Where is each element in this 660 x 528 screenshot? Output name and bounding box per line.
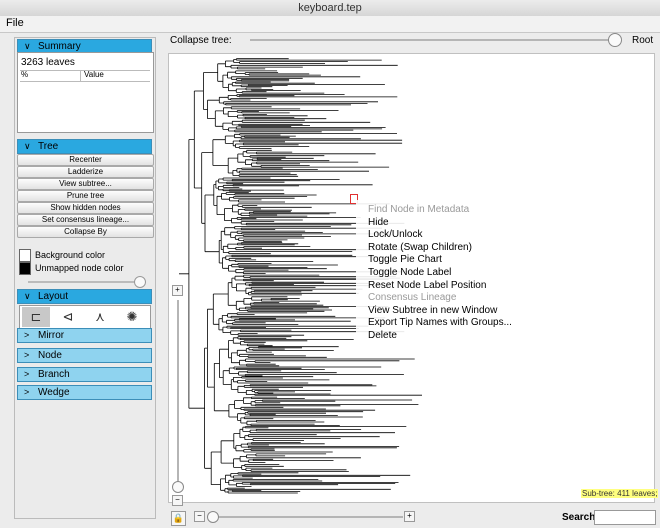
background-color-label: Background color: [35, 250, 106, 260]
zoom-out-horizontal-button[interactable]: −: [194, 511, 205, 522]
summary-table: 3263 leaves % Value: [17, 52, 154, 133]
context-menu-item[interactable]: Toggle Pie Chart: [368, 254, 442, 265]
collapse-tree-label: Collapse tree:: [170, 35, 232, 46]
mirror-label: Mirror: [38, 330, 65, 341]
prune-tree-button[interactable]: Prune tree: [17, 190, 154, 202]
node-header[interactable]: > Node: [17, 348, 152, 363]
column-header-pct[interactable]: %: [21, 70, 28, 79]
chevron-down-icon: ∨: [24, 141, 31, 151]
context-menu-item[interactable]: Hide: [368, 217, 389, 228]
column-header-value[interactable]: Value: [84, 70, 104, 79]
context-menu-item[interactable]: Toggle Node Label: [368, 267, 451, 278]
lock-icon[interactable]: 🔒: [171, 511, 186, 526]
root-label: Root: [632, 35, 654, 46]
context-menu-item[interactable]: Export Tip Names with Groups...: [368, 317, 512, 328]
chevron-right-icon: >: [24, 369, 30, 379]
background-color-swatch[interactable]: [19, 249, 31, 262]
context-menu-item[interactable]: Rotate (Swap Children): [368, 242, 472, 253]
slanted-layout-icon[interactable]: ⊲: [54, 307, 82, 327]
node-context-menu: Find Node in Metadata Hide Lock/Unlock Rota…: [356, 200, 532, 341]
mirror-header[interactable]: > Mirror: [17, 328, 152, 343]
vertical-zoom-knob[interactable]: [172, 481, 184, 493]
circular-layout-icon[interactable]: ✺: [118, 307, 146, 327]
zoom-out-vertical-button[interactable]: −: [172, 495, 183, 506]
layout-selector: ⊏ ⊲ ⋏ ✺: [19, 305, 151, 329]
chevron-down-icon: ∨: [24, 291, 31, 301]
view-subtree-button[interactable]: View subtree...: [17, 178, 154, 190]
context-menu-item[interactable]: Lock/Unlock: [368, 229, 422, 240]
rectangular-layout-icon[interactable]: ⊏: [22, 307, 50, 327]
tree-header[interactable]: ∨ Tree: [17, 139, 152, 154]
wedge-label: Wedge: [38, 387, 70, 398]
branch-label: Branch: [38, 369, 70, 380]
layout-header[interactable]: ∨ Layout: [17, 289, 152, 304]
panel-slider-knob[interactable]: [134, 276, 146, 288]
set-consensus-lineage-button[interactable]: Set consensus lineage...: [17, 214, 154, 226]
context-menu-item[interactable]: Delete: [368, 330, 397, 341]
layout-label: Layout: [38, 291, 69, 302]
search-input[interactable]: [594, 510, 656, 525]
panel-slider-track[interactable]: [28, 281, 146, 283]
recenter-button[interactable]: Recenter: [17, 154, 154, 166]
horizontal-zoom-track[interactable]: [207, 516, 403, 518]
leaf-count: 3263 leaves: [21, 57, 75, 68]
chevron-right-icon: >: [24, 387, 30, 397]
unmapped-color-swatch[interactable]: [19, 262, 31, 275]
zoom-in-horizontal-button[interactable]: +: [404, 511, 415, 522]
collapse-by-button[interactable]: Collapse By: [17, 226, 154, 238]
subtree-status: Sub-tree: 411 leaves;: [581, 489, 659, 498]
context-menu-item: Consensus Lineage: [368, 292, 457, 304]
wedge-header[interactable]: > Wedge: [17, 385, 152, 400]
unmapped-color-label: Unmapped node color: [35, 263, 124, 273]
radial-layout-icon[interactable]: ⋏: [86, 307, 114, 327]
window-title: keyboard.tep: [0, 0, 660, 17]
chevron-right-icon: >: [24, 350, 30, 360]
menu-bar: File: [0, 16, 660, 33]
node-label: Node: [38, 350, 62, 361]
collapse-tree-slider-track[interactable]: [250, 39, 620, 41]
column-divider: [80, 71, 81, 81]
chevron-right-icon: >: [24, 330, 30, 340]
menu-file[interactable]: File: [6, 17, 24, 29]
context-menu-item: Find Node in Metadata: [368, 204, 470, 215]
vertical-zoom-track[interactable]: [177, 300, 179, 490]
horizontal-zoom-knob[interactable]: [207, 511, 219, 523]
summary-columns: % Value: [20, 70, 150, 82]
collapse-tree-slider-knob[interactable]: [608, 33, 622, 47]
ladderize-button[interactable]: Ladderize: [17, 166, 154, 178]
context-menu-item[interactable]: View Subtree in new Window: [368, 305, 497, 316]
zoom-in-vertical-button[interactable]: +: [172, 285, 183, 296]
show-hidden-nodes-button[interactable]: Show hidden nodes: [17, 202, 154, 214]
tree-label: Tree: [38, 141, 59, 152]
branch-header[interactable]: > Branch: [17, 367, 152, 382]
context-menu-item[interactable]: Reset Node Label Position: [368, 280, 486, 291]
